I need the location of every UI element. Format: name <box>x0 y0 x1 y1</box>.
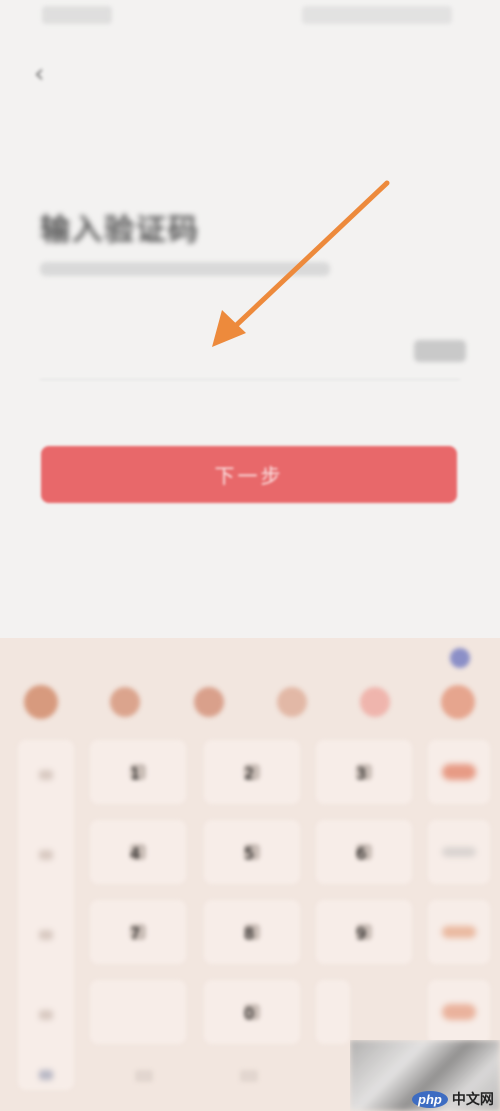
watermark: php 中文网 <box>350 1040 500 1111</box>
key-8[interactable]: 8 <box>204 900 300 964</box>
verification-code-input[interactable] <box>40 330 460 380</box>
key-blank[interactable] <box>90 980 186 1044</box>
symbol-glyph <box>39 770 53 780</box>
confirm-key[interactable] <box>428 980 490 1044</box>
annotation-arrow-icon <box>212 180 390 347</box>
delete-key[interactable] <box>428 740 490 804</box>
key-4-label: 4 <box>130 844 146 863</box>
symbol-glyph <box>39 850 53 860</box>
php-logo-badge: php <box>412 1090 448 1108</box>
nav-hint-icon <box>135 1070 153 1082</box>
clipboard-icon[interactable] <box>360 687 390 717</box>
clear-key[interactable] <box>428 820 490 884</box>
back-arrow-icon[interactable]: ‹ <box>34 60 62 88</box>
enter-icon <box>442 1004 476 1020</box>
key-9[interactable]: 9 <box>316 900 412 964</box>
next-button[interactable]: 下一步 <box>41 446 457 503</box>
key-partial[interactable] <box>316 980 350 1044</box>
status-time <box>42 6 112 24</box>
key-7-label: 7 <box>130 924 146 943</box>
keyboard-icon[interactable] <box>110 687 140 717</box>
key-2-label: 2 <box>244 764 260 783</box>
input-underline <box>40 379 460 380</box>
php-logo-text: 中文网 <box>451 1092 494 1108</box>
key-6[interactable]: 6 <box>316 820 412 884</box>
crown-icon[interactable] <box>194 687 224 717</box>
key-8-label: 8 <box>244 924 260 943</box>
emoji-icon[interactable] <box>24 685 58 719</box>
key-7[interactable]: 7 <box>90 900 186 964</box>
space-icon <box>442 926 476 938</box>
keyboard-toolbar <box>0 683 500 728</box>
page-title: 输入验证码 <box>40 213 200 248</box>
key-2[interactable]: 2 <box>204 740 300 804</box>
delete-icon <box>442 764 476 780</box>
symbol-column[interactable] <box>18 740 74 1090</box>
status-icons <box>302 6 452 24</box>
key-5[interactable]: 5 <box>204 820 300 884</box>
key-1-label: 1 <box>130 764 146 783</box>
symbol-glyph <box>39 1010 53 1020</box>
key-0-label: 0 <box>244 1004 260 1023</box>
key-5-label: 5 <box>244 844 260 863</box>
resend-code-link[interactable] <box>414 340 466 362</box>
key-1[interactable]: 1 <box>90 740 186 804</box>
symbol-glyph <box>39 1070 53 1080</box>
status-bar <box>0 0 500 36</box>
key-4[interactable]: 4 <box>90 820 186 884</box>
settings-icon[interactable] <box>441 685 475 719</box>
keyboard-collapse-icon[interactable] <box>450 648 470 668</box>
php-cn-logo: php 中文网 <box>412 1088 494 1110</box>
page-subtitle <box>40 262 330 276</box>
nav-hint-icon <box>240 1070 258 1082</box>
keyboard-top-bar <box>0 638 500 678</box>
space-key[interactable] <box>428 900 490 964</box>
mic-icon[interactable] <box>277 687 307 717</box>
key-3[interactable]: 3 <box>316 740 412 804</box>
key-9-label: 9 <box>356 924 372 943</box>
clear-icon <box>442 847 476 857</box>
key-6-label: 6 <box>356 844 372 863</box>
symbol-glyph <box>39 930 53 940</box>
arrow-shaft <box>225 180 390 336</box>
key-3-label: 3 <box>356 764 372 783</box>
key-0[interactable]: 0 <box>204 980 300 1044</box>
